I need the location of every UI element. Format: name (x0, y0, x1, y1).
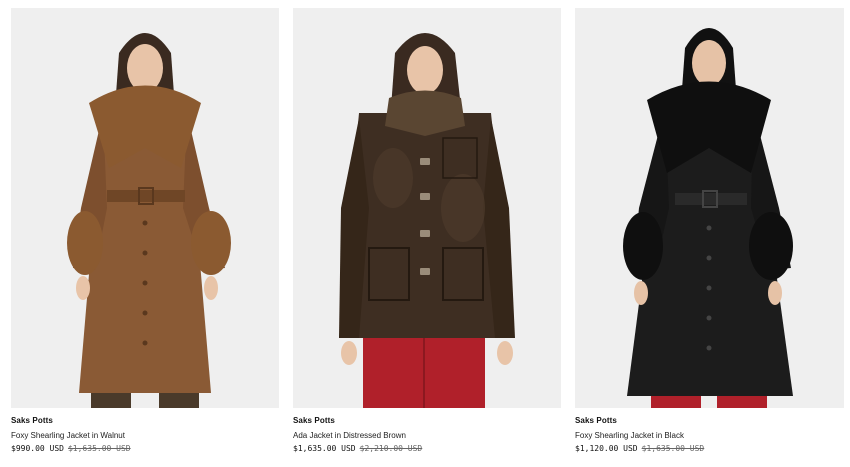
product-card[interactable]: Saks Potts Ada Jacket in Distressed Brow… (293, 8, 561, 467)
product-name[interactable]: Foxy Shearling Jacket in Black (575, 431, 684, 440)
sale-price: $990.00 USD (11, 444, 64, 453)
product-price: $1,120.00 USD $1,635.00 USD (575, 444, 704, 453)
product-image[interactable] (293, 8, 561, 408)
product-name[interactable]: Ada Jacket in Distressed Brown (293, 431, 406, 440)
model-illustration (293, 8, 561, 408)
model-illustration (11, 8, 279, 408)
product-price: $1,635.00 USD $2,210.00 USD (293, 444, 422, 453)
sale-price: $1,120.00 USD (575, 444, 638, 453)
model-illustration (575, 8, 844, 408)
original-price: $1,635.00 USD (67, 444, 131, 453)
product-brand[interactable]: Saks Potts (293, 416, 335, 425)
original-price: $1,635.00 USD (641, 444, 705, 453)
product-card[interactable]: Saks Potts Foxy Shearling Jacket in Waln… (11, 8, 279, 467)
original-price: $2,210.00 USD (359, 444, 423, 453)
product-image[interactable] (575, 8, 844, 408)
product-card[interactable]: Saks Potts Foxy Shearling Jacket in Blac… (575, 8, 844, 467)
product-grid: Saks Potts Foxy Shearling Jacket in Waln… (11, 8, 844, 467)
product-price: $990.00 USD $1,635.00 USD (11, 444, 131, 453)
product-brand[interactable]: Saks Potts (11, 416, 53, 425)
product-brand[interactable]: Saks Potts (575, 416, 617, 425)
product-name[interactable]: Foxy Shearling Jacket in Walnut (11, 431, 125, 440)
sale-price: $1,635.00 USD (293, 444, 356, 453)
product-image[interactable] (11, 8, 279, 408)
